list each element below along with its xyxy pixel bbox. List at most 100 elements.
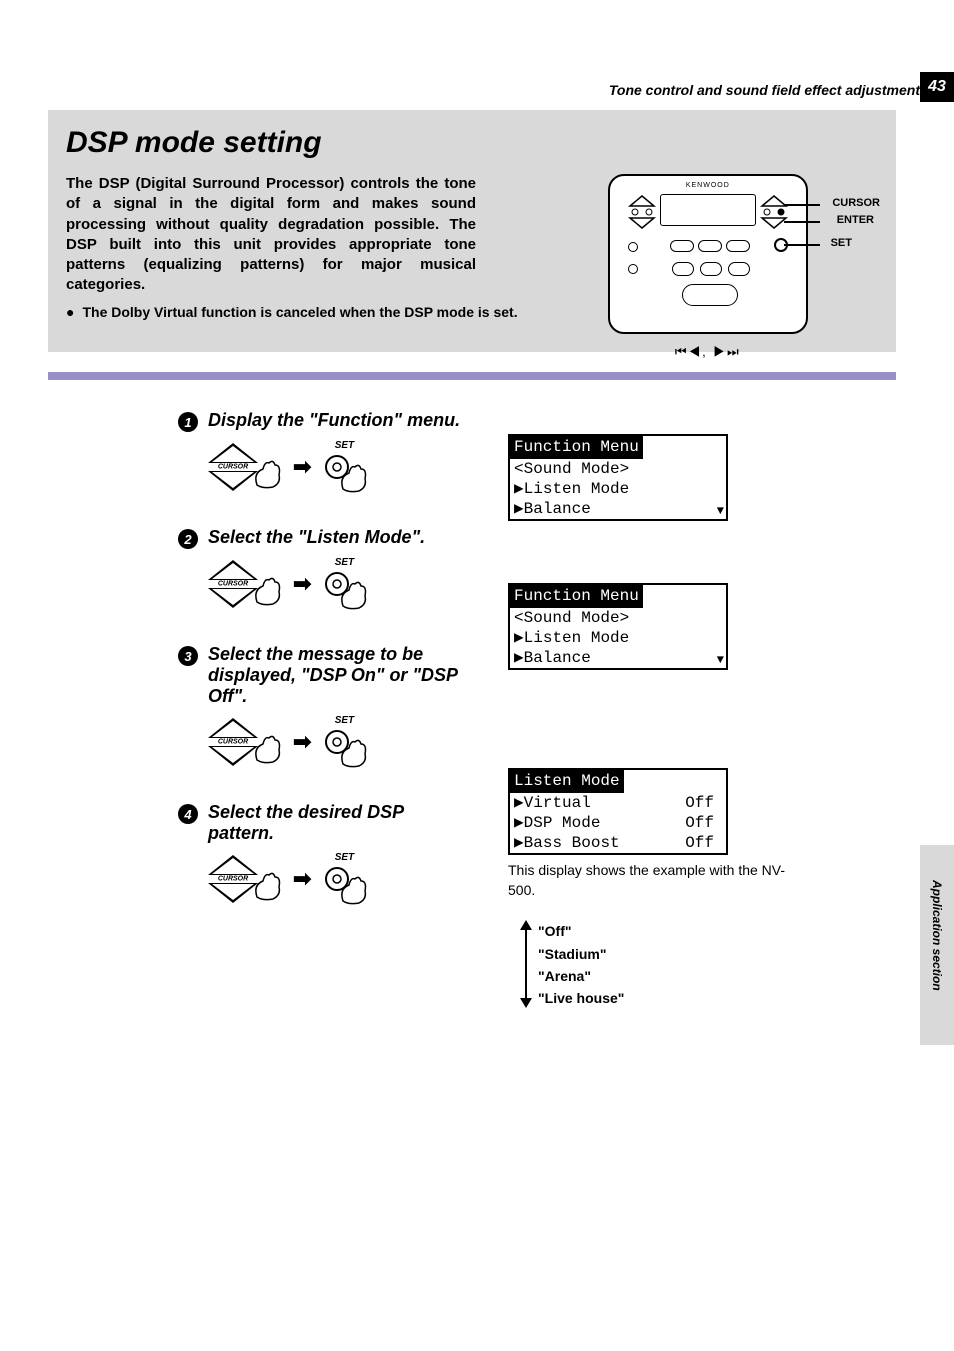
remote-brand: KENWOOD	[686, 182, 730, 189]
manual-page: 43 Tone control and sound field effect a…	[0, 0, 954, 1351]
callout-line	[784, 244, 820, 246]
step-4-title: 4 Select the desired DSP pattern.	[48, 802, 468, 844]
arrow-right-icon: ➡	[293, 571, 311, 597]
step-number-icon: 4	[178, 804, 198, 824]
lcd-row: ▶Listen Mode	[510, 479, 726, 499]
set-button-block: SET	[321, 557, 367, 610]
step-title-text: Display the "Function" menu.	[208, 410, 460, 431]
step-number-icon: 1	[178, 412, 198, 432]
dsp-options-list: "Off" "Stadium" "Arena" "Live house"	[508, 920, 888, 1010]
lcd-row-value: Off	[685, 813, 722, 833]
callout-cursor: CURSOR	[832, 197, 880, 209]
intro-paragraph: The DSP (Digital Surround Processor) con…	[66, 174, 476, 296]
option-item: "Stadium"	[538, 943, 888, 965]
lcd-row: ▶Bass Boost Off	[510, 833, 726, 853]
remote-screen	[660, 194, 756, 226]
note-text: The Dolby Virtual function is canceled w…	[82, 304, 517, 320]
set-button-block: SET	[321, 852, 367, 905]
page-number-tab: 43	[920, 72, 954, 102]
hand-press-icon	[251, 572, 283, 606]
callout-set: SET	[831, 237, 852, 249]
step-graphic: CURSOR ➡ SET	[203, 715, 468, 768]
set-button-block: SET	[321, 715, 367, 768]
intro-panel: DSP mode setting The DSP (Digital Surrou…	[48, 110, 896, 352]
divider-rule	[48, 372, 896, 380]
callout-enter: ENTER	[837, 214, 874, 226]
set-button-press-icon	[321, 865, 367, 905]
lcd-display-2: Function Menu <Sound Mode> ▶Listen Mode …	[508, 583, 728, 670]
arrow-right-icon: ➡	[293, 729, 311, 755]
lcd-row: <Sound Mode>	[510, 459, 726, 479]
set-button-press-icon	[321, 570, 367, 610]
remote-pill-button	[672, 262, 694, 276]
lcd-title: Listen Mode	[510, 770, 624, 793]
callout-line	[784, 204, 820, 206]
hand-press-icon	[251, 455, 283, 489]
remote-dot-button	[628, 264, 638, 274]
bullet-icon: ●	[66, 304, 74, 320]
set-label: SET	[335, 715, 354, 726]
option-item: "Live house"	[538, 987, 888, 1009]
lcd-row-text: ▶Balance	[514, 500, 591, 518]
section-side-label: Application section	[930, 880, 944, 991]
step-title-text: Select the message to be displayed, "DSP…	[208, 644, 468, 707]
step-title-text: Select the "Listen Mode".	[208, 527, 425, 548]
lcd-row: ▶Virtual Off	[510, 793, 726, 813]
updown-arrow-icon	[520, 920, 532, 1008]
lcd-title: Function Menu	[510, 585, 643, 608]
step-2-title: 2 Select the "Listen Mode".	[48, 527, 468, 549]
cursor-cluster-right-icon	[756, 194, 792, 230]
step-1-title: 1 Display the "Function" menu.	[48, 410, 468, 432]
lcd-row: ▶Listen Mode	[510, 628, 726, 648]
lcd-row: <Sound Mode>	[510, 608, 726, 628]
lcd-column: Function Menu <Sound Mode> ▶Listen Mode …	[508, 410, 888, 1010]
lcd-row-label: ▶Virtual	[514, 794, 591, 812]
lcd-title: Function Menu	[510, 436, 643, 459]
transport-icons: ⏮◀, ▶⏭	[675, 344, 741, 360]
lcd-row-label: ▶Bass Boost	[514, 834, 620, 852]
step-graphic: CURSOR ➡ SET	[203, 440, 468, 493]
step-number-icon: 2	[178, 529, 198, 549]
option-item: "Arena"	[538, 965, 888, 987]
remote-pill-button	[700, 262, 722, 276]
remote-pill-button	[726, 240, 750, 252]
lcd-caption: This display shows the example with the …	[508, 861, 798, 900]
lcd-row: ▶Balance ▼	[510, 499, 726, 519]
callout-line	[784, 221, 820, 223]
note: ● The Dolby Virtual function is canceled…	[66, 304, 518, 320]
remote-oval-button	[682, 284, 738, 306]
steps-column: 1 Display the "Function" menu. CURSOR ➡ …	[48, 410, 468, 1010]
lcd-row-value: Off	[685, 793, 722, 813]
step-graphic: CURSOR ➡ SET	[203, 557, 468, 610]
step-3-title: 3 Select the message to be displayed, "D…	[48, 644, 468, 707]
step-title-text: Select the desired DSP pattern.	[208, 802, 468, 844]
cursor-label: CURSOR	[217, 875, 249, 882]
step-graphic: CURSOR ➡ SET	[203, 852, 468, 905]
lcd-row-label: ▶DSP Mode	[514, 814, 600, 832]
remote-outline: KENWOOD	[608, 174, 808, 334]
cursor-label: CURSOR	[217, 580, 249, 587]
hand-press-icon	[251, 730, 283, 764]
set-button-block: SET	[321, 440, 367, 493]
page-number: 43	[928, 78, 946, 96]
remote-diagram: KENWOOD	[538, 174, 878, 334]
lcd-row-value: Off	[685, 833, 722, 853]
remote-dot-button	[628, 242, 638, 252]
lcd-row: ▶Balance ▼	[510, 648, 726, 668]
arrow-right-icon: ➡	[293, 866, 311, 892]
arrow-right-icon: ➡	[293, 454, 311, 480]
lcd-display-1: Function Menu <Sound Mode> ▶Listen Mode …	[508, 434, 728, 521]
set-label: SET	[335, 440, 354, 451]
intro-column: The DSP (Digital Surround Processor) con…	[66, 174, 518, 334]
option-item: "Off"	[538, 920, 888, 942]
cursor-cluster-left-icon	[624, 194, 660, 230]
set-button-press-icon	[321, 728, 367, 768]
set-button-press-icon	[321, 453, 367, 493]
lcd-display-3: Listen Mode ▶Virtual Off ▶DSP Mode Off ▶…	[508, 768, 728, 855]
page-title: DSP mode setting	[66, 126, 878, 160]
lcd-row-text: ▶Balance	[514, 649, 591, 667]
set-label: SET	[335, 557, 354, 568]
cursor-label: CURSOR	[217, 738, 249, 745]
remote-pill-button	[728, 262, 750, 276]
step-number-icon: 3	[178, 646, 198, 666]
